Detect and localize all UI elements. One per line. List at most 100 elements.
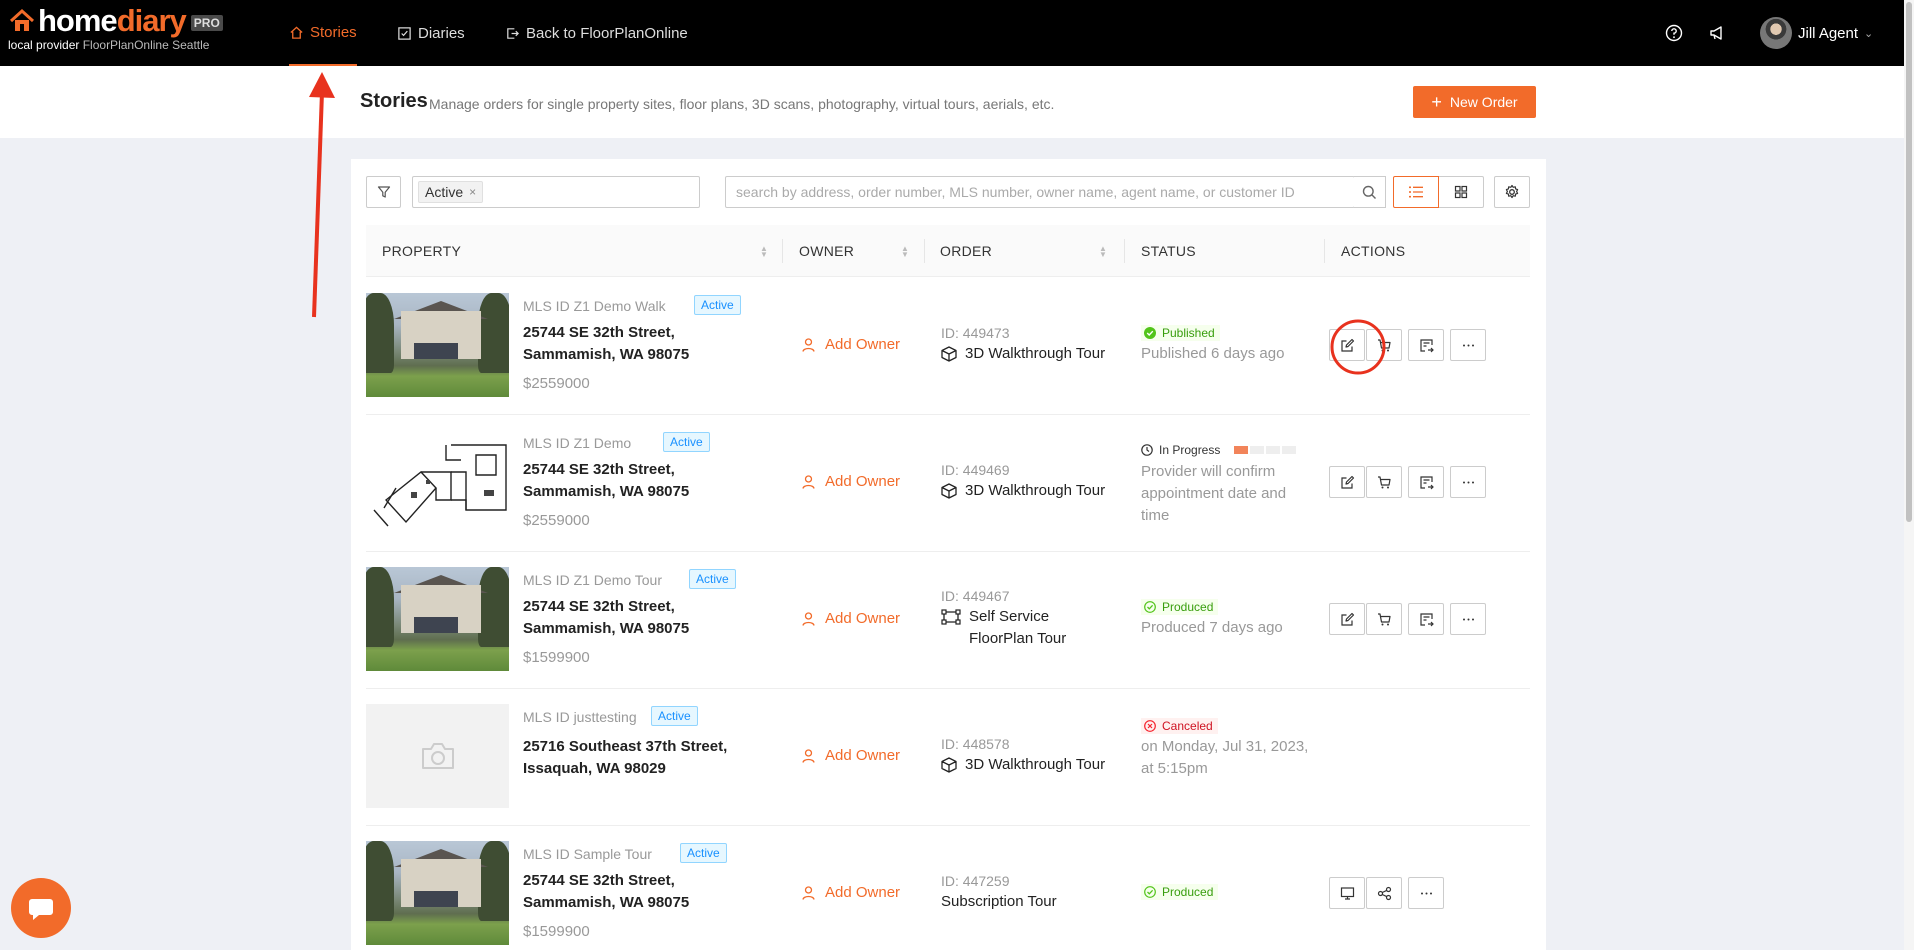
order-type-label-line2: FloorPlan Tour	[969, 630, 1067, 647]
empty-photo-placeholder[interactable]	[366, 704, 509, 808]
plus-icon: +	[1431, 92, 1442, 112]
sort-icon[interactable]: ▲ ▼	[760, 245, 768, 259]
grid-view-toggle[interactable]	[1439, 176, 1484, 208]
property-address-line2[interactable]: Sammamish, WA 98075	[523, 481, 689, 503]
share-report-button[interactable]	[1408, 329, 1444, 361]
megaphone-icon[interactable]	[1708, 24, 1726, 42]
mls-id: MLS ID Sample Tour	[523, 846, 652, 862]
order-id: ID: 448578	[941, 736, 1010, 752]
table-row[interactable]: MLS ID justtesting Active 25716 Southeas…	[366, 689, 1530, 826]
floorplan-thumbnail[interactable]	[366, 430, 509, 534]
table-row[interactable]: MLS ID Z1 Demo Active 25744 SE 32th Stre…	[366, 415, 1530, 552]
sort-icon[interactable]: ▲ ▼	[901, 245, 909, 259]
cart-button[interactable]	[1366, 603, 1402, 635]
table-row[interactable]: MLS ID Sample Tour Active 25744 SE 32th …	[366, 826, 1530, 950]
property-photo[interactable]	[366, 841, 509, 945]
mls-id: MLS ID Z1 Demo Walk	[523, 298, 666, 314]
table-settings-button[interactable]	[1494, 176, 1530, 208]
mls-id: MLS ID justtesting	[523, 709, 637, 725]
table-row[interactable]: MLS ID Z1 Demo Tour Active 25744 SE 32th…	[366, 552, 1530, 689]
status-label: Produced	[1162, 885, 1214, 899]
order-type: 3D Walkthrough Tour	[941, 754, 1105, 776]
status-filter-select[interactable]: Active ×	[412, 176, 700, 208]
property-address-line1[interactable]: 25744 SE 32th Street,	[523, 459, 675, 481]
user-icon	[802, 885, 815, 900]
property-address-line2[interactable]: Issaquah, WA 98029	[523, 758, 666, 780]
page-scrollbar[interactable]	[1904, 0, 1914, 950]
share-report-button[interactable]	[1408, 466, 1444, 498]
export-icon	[1419, 338, 1434, 352]
status-in-progress: In Progress	[1141, 443, 1297, 457]
logo-word-home: home	[38, 3, 118, 38]
property-address-line2[interactable]: Sammamish, WA 98075	[523, 618, 689, 640]
share-icon	[1377, 886, 1391, 900]
ellipsis-icon	[1462, 344, 1474, 346]
page-header: Stories Manage orders for single propert…	[0, 66, 1904, 138]
search-button[interactable]	[1354, 176, 1386, 208]
add-owner-link[interactable]: Add Owner	[802, 884, 900, 901]
filter-tag-active: Active ×	[418, 181, 484, 203]
edit-button[interactable]	[1329, 329, 1365, 361]
property-price: $2559000	[523, 512, 590, 529]
chat-launcher-button[interactable]	[11, 878, 71, 938]
more-options-button[interactable]	[1408, 877, 1444, 909]
homediary-logo[interactable]: homediary PRO local provider FloorPlanOn…	[8, 4, 223, 52]
cart-button[interactable]	[1366, 466, 1402, 498]
column-header-order[interactable]: ORDER	[940, 225, 992, 277]
grid-icon	[1454, 185, 1468, 199]
edit-button[interactable]	[1329, 466, 1365, 498]
table-row[interactable]: MLS ID Z1 Demo Walk Active 25744 SE 32th…	[366, 278, 1530, 415]
share-report-button[interactable]	[1408, 603, 1444, 635]
order-type: 3D Walkthrough Tour	[941, 343, 1105, 365]
nav-back-to-floorplanonline[interactable]: Back to FloorPlanOnline	[505, 0, 688, 66]
nav-stories[interactable]: Stories	[289, 0, 357, 66]
share-button[interactable]	[1366, 877, 1402, 909]
more-options-button[interactable]	[1450, 603, 1486, 635]
new-order-label: New Order	[1449, 94, 1518, 110]
preview-button[interactable]	[1329, 877, 1365, 909]
cube-icon	[941, 757, 957, 773]
property-address-line1[interactable]: 25744 SE 32th Street,	[523, 322, 675, 344]
user-name: Jill Agent	[1798, 24, 1859, 42]
add-owner-link[interactable]: Add Owner	[802, 336, 900, 353]
filter-tag-label: Active	[425, 184, 464, 200]
close-icon[interactable]: ×	[469, 185, 476, 199]
new-order-button[interactable]: + New Order	[1413, 86, 1536, 118]
filter-button[interactable]	[366, 176, 401, 208]
column-header-property[interactable]: PROPERTY	[382, 225, 461, 277]
edit-icon	[1340, 612, 1354, 626]
add-owner-link[interactable]: Add Owner	[802, 473, 900, 490]
column-header-owner[interactable]: OWNER	[799, 225, 854, 277]
nav-diaries[interactable]: Diaries	[397, 0, 465, 66]
logo-word-diary: diary	[116, 3, 187, 38]
more-options-button[interactable]	[1450, 329, 1486, 361]
ellipsis-icon	[1462, 618, 1474, 620]
property-address-line1[interactable]: 25716 Southeast 37th Street,	[523, 736, 727, 758]
status-label: Produced	[1162, 600, 1214, 614]
provider-prefix: local provider	[8, 38, 80, 52]
top-navigation-bar: homediary PRO local provider FloorPlanOn…	[0, 0, 1904, 66]
property-address-line2[interactable]: Sammamish, WA 98075	[523, 344, 689, 366]
edit-button[interactable]	[1329, 603, 1365, 635]
order-type: 3D Walkthrough Tour	[941, 480, 1105, 502]
search-input[interactable]	[725, 176, 1355, 208]
user-icon	[802, 474, 815, 489]
nav-diaries-label: Diaries	[418, 24, 465, 42]
user-menu[interactable]: Jill Agent ⌄	[1760, 17, 1873, 49]
list-view-toggle[interactable]	[1393, 176, 1439, 208]
list-icon	[1409, 186, 1423, 198]
property-photo[interactable]	[366, 293, 509, 397]
cart-button[interactable]	[1366, 329, 1402, 361]
help-icon[interactable]	[1665, 24, 1683, 42]
more-options-button[interactable]	[1450, 466, 1486, 498]
status-detail: on Monday, Jul 31, 2023, at 5:15pm	[1141, 736, 1311, 780]
add-owner-link[interactable]: Add Owner	[802, 610, 900, 627]
property-address-line2[interactable]: Sammamish, WA 98075	[523, 892, 689, 914]
property-photo[interactable]	[366, 567, 509, 671]
property-address-line1[interactable]: 25744 SE 32th Street,	[523, 596, 675, 618]
property-address-line1[interactable]: 25744 SE 32th Street,	[523, 870, 675, 892]
scrollbar-thumb[interactable]	[1906, 2, 1912, 522]
progress-bar	[1234, 446, 1297, 454]
add-owner-link[interactable]: Add Owner	[802, 747, 900, 764]
sort-icon[interactable]: ▲ ▼	[1099, 245, 1107, 259]
